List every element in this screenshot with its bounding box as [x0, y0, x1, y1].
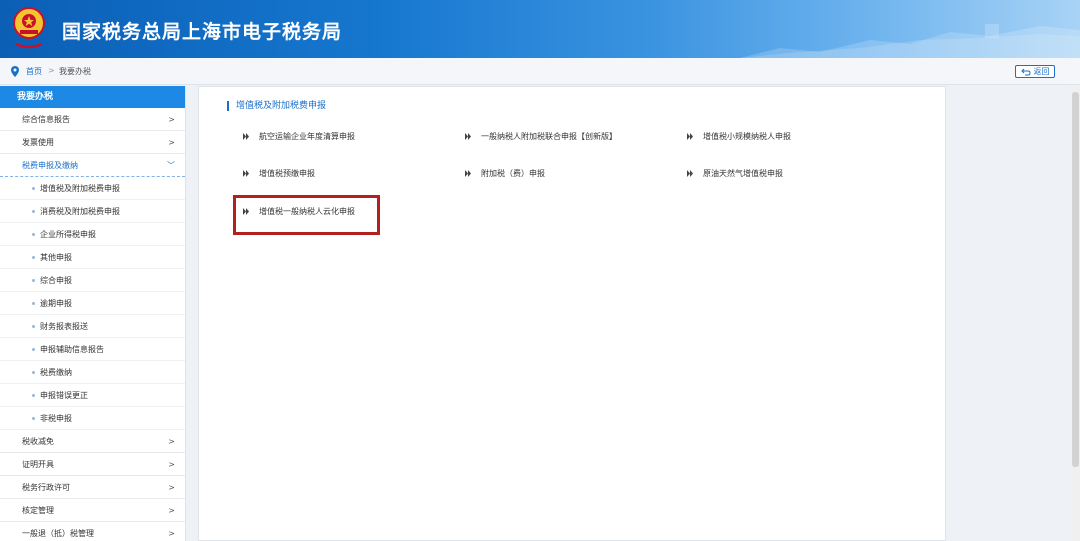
- sidebar-item-info-report[interactable]: 综合信息报告 >: [0, 108, 185, 131]
- sidebar-subitem[interactable]: 企业所得税申报: [0, 223, 185, 246]
- bullet-dot-icon: [32, 325, 35, 328]
- sidebar-item-label: 核定管理: [22, 506, 54, 515]
- sidebar-heading: 我要办税: [0, 86, 185, 108]
- double-arrow-icon: [465, 133, 471, 140]
- link-vat-prepayment[interactable]: 增值税预缴申报: [243, 168, 315, 180]
- bullet-dot-icon: [32, 210, 35, 213]
- highlight-annotation-box: [233, 195, 380, 235]
- bullet-dot-icon: [32, 394, 35, 397]
- sidebar-subitem[interactable]: 申报辅助信息报告: [0, 338, 185, 361]
- chevron-right-icon: >: [168, 437, 175, 446]
- breadcrumb-current: 我要办税: [59, 67, 91, 76]
- link-oil-gas-vat[interactable]: 原油天然气增值税申报: [687, 168, 783, 180]
- bullet-dot-icon: [32, 371, 35, 374]
- sidebar-item-assessment[interactable]: 核定管理 >: [0, 499, 185, 522]
- back-button-label: 返回: [1033, 67, 1050, 76]
- bullet-dot-icon: [32, 279, 35, 282]
- chevron-right-icon: >: [168, 460, 175, 469]
- double-arrow-icon: [687, 170, 693, 177]
- back-button[interactable]: 返回: [1015, 65, 1055, 78]
- sidebar-subitem[interactable]: 其他申报: [0, 246, 185, 269]
- sidebar-item-label: 税收减免: [22, 437, 54, 446]
- chevron-right-icon: >: [168, 483, 175, 492]
- site-header: 国家税务总局上海市电子税务局: [0, 0, 1080, 58]
- breadcrumb: 首页 > 我要办税: [0, 58, 1080, 85]
- sidebar-item-tax-filing[interactable]: 税费申报及缴纳 ﹀: [0, 154, 185, 177]
- sidebar-subitem[interactable]: 税费缴纳: [0, 361, 185, 384]
- chevron-right-icon: >: [168, 138, 175, 147]
- scrollbar-thumb[interactable]: [1072, 92, 1079, 467]
- great-wall-decoration: [740, 24, 1080, 58]
- section-title: 增值税及附加税费申报: [227, 101, 326, 111]
- sidebar-menu: 我要办税 综合信息报告 > 发票使用 > 税费申报及缴纳 ﹀ 增值税及附加税费申…: [0, 86, 186, 541]
- sidebar-subitem[interactable]: 增值税及附加税费申报: [0, 177, 185, 200]
- sidebar-subitem[interactable]: 消费税及附加税费申报: [0, 200, 185, 223]
- bullet-dot-icon: [32, 187, 35, 190]
- chevron-down-icon: ﹀: [167, 161, 175, 170]
- sidebar-subitem[interactable]: 非税申报: [0, 407, 185, 430]
- bullet-dot-icon: [32, 256, 35, 259]
- double-arrow-icon: [687, 133, 693, 140]
- site-title: 国家税务总局上海市电子税务局: [62, 21, 343, 43]
- link-small-scale-vat[interactable]: 增值税小规模纳税人申报: [687, 131, 791, 143]
- bullet-dot-icon: [32, 417, 35, 420]
- sidebar-item-label: 发票使用: [22, 138, 54, 147]
- bullet-dot-icon: [32, 233, 35, 236]
- sidebar-item-label: 税务行政许可: [22, 483, 70, 492]
- return-arrow-icon: [1020, 68, 1031, 75]
- link-general-taxpayer-joint-filing[interactable]: 一般纳税人附加税联合申报【创新版】: [465, 131, 617, 143]
- sidebar-item-invoice[interactable]: 发票使用 >: [0, 131, 185, 154]
- sidebar-item-tax-relief[interactable]: 税收减免 >: [0, 430, 185, 453]
- sidebar-subitem[interactable]: 财务报表报送: [0, 315, 185, 338]
- breadcrumb-home-link[interactable]: 首页: [26, 66, 42, 77]
- sidebar-subitem[interactable]: 申报错误更正: [0, 384, 185, 407]
- main-panel: 增值税及附加税费申报 航空运输企业年度清算申报 一般纳税人附加税联合申报【创新版…: [198, 86, 946, 541]
- bullet-dot-icon: [32, 302, 35, 305]
- double-arrow-icon: [243, 133, 249, 140]
- sidebar-item-label: 综合信息报告: [22, 115, 70, 124]
- bullet-dot-icon: [32, 348, 35, 351]
- chevron-right-icon: >: [168, 115, 175, 124]
- tax-emblem-icon: [13, 7, 45, 49]
- sidebar-item-refund[interactable]: 一般退（抵）税管理 >: [0, 522, 185, 541]
- sidebar-subitem[interactable]: 逾期申报: [0, 292, 185, 315]
- double-arrow-icon: [243, 170, 249, 177]
- chevron-right-icon: >: [168, 529, 175, 538]
- sidebar-item-label: 证明开具: [22, 460, 54, 469]
- breadcrumb-separator: >: [48, 66, 55, 75]
- location-pin-icon: [11, 66, 19, 77]
- sidebar-item-certificate[interactable]: 证明开具 >: [0, 453, 185, 476]
- sidebar-item-label: 一般退（抵）税管理: [22, 529, 94, 538]
- double-arrow-icon: [465, 170, 471, 177]
- chevron-right-icon: >: [168, 506, 175, 515]
- link-surcharge-filing[interactable]: 附加税（费）申报: [465, 168, 545, 180]
- link-aviation-annual-settlement[interactable]: 航空运输企业年度清算申报: [243, 131, 355, 143]
- sidebar-item-label: 税费申报及缴纳: [22, 161, 78, 170]
- sidebar-subitem[interactable]: 综合申报: [0, 269, 185, 292]
- sidebar-item-admin-permit[interactable]: 税务行政许可 >: [0, 476, 185, 499]
